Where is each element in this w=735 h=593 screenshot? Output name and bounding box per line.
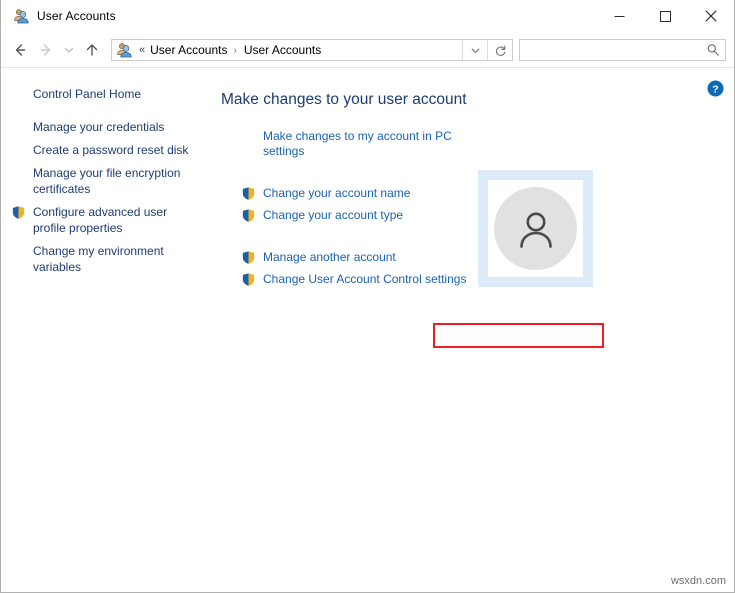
page-title: Make changes to your user account (221, 90, 734, 110)
user-accounts-window: User Accounts (0, 0, 735, 593)
address-bar: « User Accounts › User Accounts (1, 33, 734, 67)
uac-shield-icon (241, 208, 256, 223)
breadcrumb[interactable]: « User Accounts › User Accounts (111, 39, 513, 61)
account-links-list: Make changes to my account in PC setting… (235, 129, 480, 287)
link-pc-settings[interactable]: Make changes to my account in PC setting… (235, 129, 480, 159)
link-change-account-type[interactable]: Change your account type (235, 208, 480, 223)
link-label: Make changes to my account in PC setting… (263, 129, 452, 158)
avatar-circle (494, 187, 577, 270)
sidebar-item-label: Change my environment variables (33, 244, 164, 274)
link-change-uac-settings[interactable]: Change User Account Control settings (235, 272, 480, 287)
breadcrumb-separator[interactable]: › (230, 45, 242, 56)
refresh-icon[interactable] (487, 40, 512, 60)
breadcrumb-item-1[interactable]: User Accounts (242, 43, 323, 57)
link-manage-another-account[interactable]: Manage another account (235, 250, 480, 265)
svg-text:?: ? (712, 83, 718, 95)
link-change-account-name[interactable]: Change your account name (235, 186, 480, 201)
window-controls (596, 0, 734, 32)
sidebar-item-label: Create a password reset disk (33, 143, 188, 157)
breadcrumb-item-0[interactable]: User Accounts (148, 43, 229, 57)
search-input[interactable] (520, 43, 701, 57)
uac-shield-icon (241, 272, 256, 287)
uac-shield-icon (241, 250, 256, 265)
sidebar-item-label: Control Panel Home (33, 87, 141, 101)
users-icon (13, 8, 29, 24)
spacer (235, 166, 480, 186)
person-icon (512, 205, 560, 253)
link-label: Change your account name (263, 186, 410, 200)
back-arrow[interactable] (7, 37, 33, 63)
recent-locations-chevron[interactable] (59, 37, 79, 63)
sidebar-item-label: Configure advanced user profile properti… (33, 205, 167, 235)
minimize-button[interactable] (596, 0, 642, 32)
search-icon[interactable] (701, 43, 725, 57)
sidebar-item-password-reset-disk[interactable]: Create a password reset disk (1, 142, 213, 158)
sidebar-item-label: Manage your credentials (33, 120, 164, 134)
sidebar-item-control-panel-home[interactable]: Control Panel Home (1, 86, 213, 102)
spacer (235, 230, 480, 250)
sidebar-item-manage-credentials[interactable]: Manage your credentials (1, 119, 213, 135)
sidebar-item-label: Manage your file encryption certificates (33, 166, 180, 196)
uac-shield-icon (241, 186, 256, 201)
forward-arrow (33, 37, 59, 63)
link-label: Change User Account Control settings (263, 272, 466, 286)
avatar-inner (488, 180, 583, 277)
highlight-annotation (433, 323, 604, 348)
content-area: Control Panel Home Manage your credentia… (1, 67, 734, 592)
chevron-down-icon[interactable] (462, 40, 487, 60)
maximize-button[interactable] (642, 0, 688, 32)
watermark: wsxdn.com (671, 575, 726, 587)
sidebar-item-environment-variables[interactable]: Change my environment variables (1, 243, 213, 275)
help-button[interactable]: ? (707, 80, 724, 97)
sidebar-item-file-encryption-certificates[interactable]: Manage your file encryption certificates (1, 165, 213, 197)
sidebar: Control Panel Home Manage your credentia… (1, 68, 213, 592)
breadcrumb-overflow[interactable]: « (136, 44, 148, 56)
search-box[interactable] (519, 39, 726, 61)
up-arrow[interactable] (79, 37, 105, 63)
uac-shield-icon (11, 205, 26, 220)
link-label: Change your account type (263, 208, 403, 222)
link-label: Manage another account (263, 250, 396, 264)
window-title: User Accounts (37, 9, 116, 23)
user-avatar (478, 170, 593, 287)
close-button[interactable] (688, 0, 734, 32)
sidebar-item-advanced-user-profile[interactable]: Configure advanced user profile properti… (1, 204, 213, 236)
main-panel: ? Make changes to your user account Make… (213, 68, 734, 592)
users-icon (116, 42, 132, 58)
title-bar: User Accounts (1, 0, 734, 33)
